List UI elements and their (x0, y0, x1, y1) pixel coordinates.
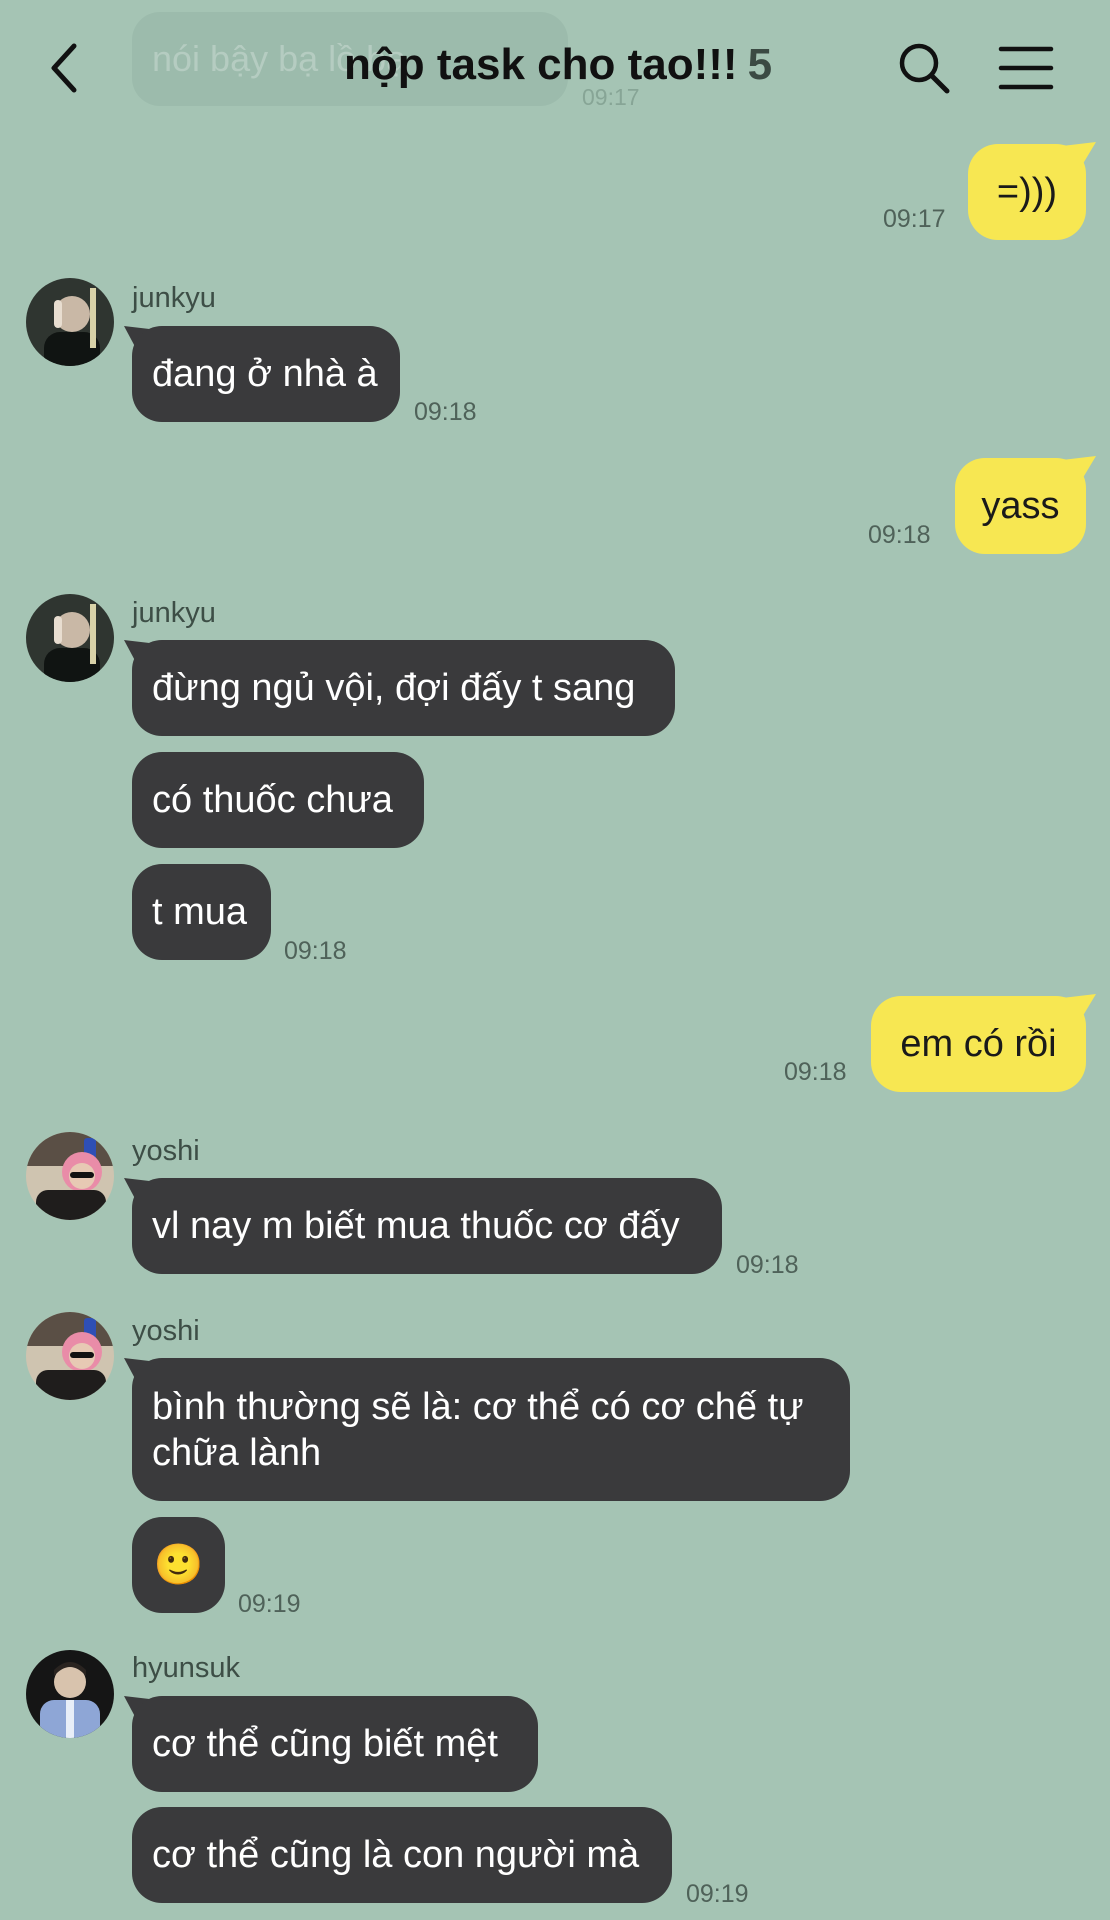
sender-name: junkyu (132, 597, 216, 629)
avatar-photo (26, 1132, 114, 1220)
search-icon (899, 43, 950, 94)
smile-emoji: 🙂 (153, 1543, 204, 1587)
member-count: 5 (747, 40, 773, 89)
message-time: 09:18 (736, 1251, 799, 1279)
incoming-message-bubble[interactable]: cơ thể cũng biết mệt (132, 1696, 538, 1792)
menu-button[interactable] (998, 44, 1054, 92)
message-time: 09:17 (883, 205, 946, 233)
chat-header: nói bậy bạ lồ bạ 09:17 nộp task cho tao!… (0, 0, 1110, 135)
avatar-photo (26, 278, 114, 366)
sender-name: yoshi (132, 1315, 200, 1347)
sender-name: hyunsuk (132, 1652, 241, 1684)
incoming-message-bubble[interactable]: bình thường sẽ là: cơ thể có cơ chế tự c… (132, 1358, 850, 1501)
message-text: bình thường sẽ là: cơ thể có cơ chế tự c… (152, 1386, 804, 1474)
message-time: 09:18 (868, 521, 931, 549)
message-text: =))) (996, 171, 1058, 213)
avatar-yoshi[interactable] (26, 1312, 114, 1400)
message-text: đừng ngủ vội, đợi đấy t sang (152, 667, 636, 709)
avatar-photo (26, 1312, 114, 1400)
message-time: 09:19 (238, 1590, 301, 1618)
bubble-tail (1062, 994, 1096, 1024)
avatar-photo (26, 1650, 114, 1738)
message-time: 09:18 (784, 1058, 847, 1086)
message-text: cơ thể cũng là con người mà (152, 1834, 640, 1876)
message-text: có thuốc chưa (152, 779, 393, 821)
incoming-message-bubble[interactable]: có thuốc chưa (132, 752, 424, 848)
incoming-message-bubble[interactable]: t mua (132, 864, 271, 960)
chat-title-text: nộp task cho tao!!! (344, 40, 738, 89)
chat-title: nộp task cho tao!!! 5 (344, 40, 772, 90)
message-text: yass (981, 485, 1060, 527)
sender-name: yoshi (132, 1135, 200, 1167)
avatar-junkyu[interactable] (26, 278, 114, 366)
incoming-message-bubble[interactable]: vl nay m biết mua thuốc cơ đấy (132, 1178, 722, 1274)
sender-name: junkyu (132, 282, 216, 314)
outgoing-message-bubble[interactable]: em có rồi (871, 996, 1086, 1092)
message-text: em có rồi (900, 1023, 1057, 1065)
message-time: 09:19 (686, 1880, 749, 1908)
back-button[interactable] (42, 38, 92, 98)
avatar-yoshi[interactable] (26, 1132, 114, 1220)
bubble-tail (1062, 456, 1096, 486)
avatar-junkyu[interactable] (26, 594, 114, 682)
emoji-message-bubble[interactable]: 🙂 (132, 1517, 225, 1613)
chevron-left-icon (51, 43, 77, 93)
hamburger-menu-icon (998, 46, 1054, 90)
avatar-photo (26, 594, 114, 682)
message-text: vl nay m biết mua thuốc cơ đấy (152, 1205, 680, 1247)
search-button[interactable] (896, 40, 952, 96)
message-time: 09:18 (284, 937, 347, 965)
incoming-message-bubble[interactable]: đừng ngủ vội, đợi đấy t sang (132, 640, 675, 736)
message-text: đang ở nhà à (152, 353, 378, 395)
message-text: t mua (152, 891, 248, 933)
message-text: cơ thể cũng biết mệt (152, 1723, 498, 1765)
message-time: 09:18 (414, 398, 477, 426)
incoming-message-bubble[interactable]: cơ thể cũng là con người mà (132, 1807, 672, 1903)
bubble-tail (1062, 142, 1096, 172)
avatar-hyunsuk[interactable] (26, 1650, 114, 1738)
incoming-message-bubble[interactable]: đang ở nhà à (132, 326, 400, 422)
